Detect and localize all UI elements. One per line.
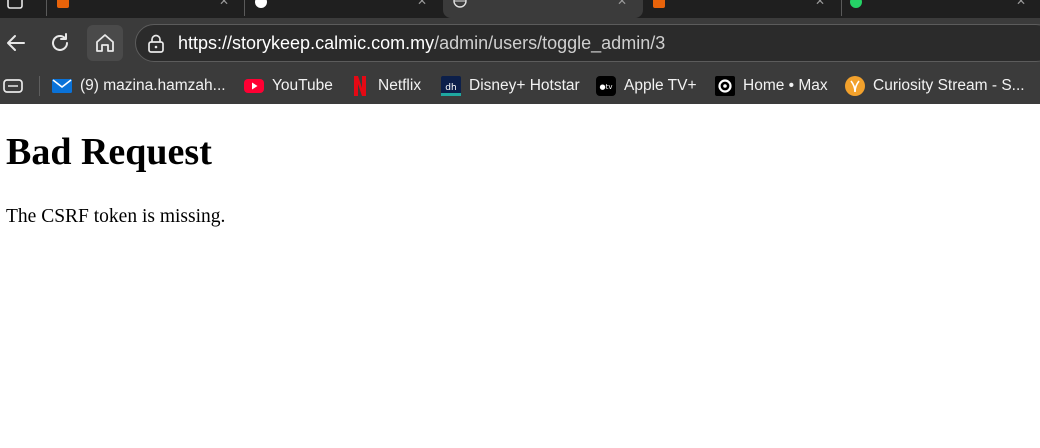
bookmark-label: YouTube: [272, 77, 333, 94]
site-info-lock-icon[interactable]: [147, 34, 165, 54]
tab-active[interactable]: ✕: [443, 0, 643, 18]
bookmark-mail[interactable]: (9) mazina.hamzah...: [52, 68, 226, 104]
bookmark-apple-tv[interactable]: ●tv Apple TV+: [596, 68, 697, 104]
bookmarks-divider: [39, 76, 40, 96]
max-icon: [715, 76, 735, 96]
reload-button[interactable]: [41, 24, 79, 62]
reload-icon: [52, 33, 68, 51]
bookmark-label: Home • Max: [743, 77, 828, 94]
url-path: /admin/users/toggle_admin/3: [434, 33, 666, 53]
bookmark-label: (9) mazina.hamzah...: [80, 77, 226, 94]
address-bar[interactable]: https://storykeep.calmic.com.my/admin/us…: [135, 24, 1040, 62]
page-viewport: Bad Request The CSRF token is missing.: [0, 104, 1040, 448]
svg-text:●tv: ●tv: [600, 83, 613, 91]
home-button[interactable]: [87, 25, 123, 61]
disney-hotstar-icon: dh: [441, 76, 461, 96]
close-tab-icon[interactable]: ✕: [815, 0, 825, 8]
tab[interactable]: ✕: [245, 0, 443, 18]
svg-text:dh: dh: [445, 83, 456, 93]
close-tab-icon[interactable]: ✕: [219, 0, 229, 8]
tab[interactable]: ✕: [842, 0, 1040, 18]
tab[interactable]: [0, 0, 46, 18]
bookmark-label: Apple TV+: [624, 77, 697, 94]
collections-icon: [3, 79, 23, 93]
bookmark-label: Netflix: [378, 77, 422, 94]
bookmark-youtube[interactable]: YouTube: [244, 68, 333, 104]
back-button[interactable]: [0, 24, 35, 62]
close-tab-icon[interactable]: ✕: [417, 0, 427, 8]
page-title: Bad Request: [6, 131, 212, 173]
home-icon: [96, 34, 114, 52]
bookmark-curiosity-stream[interactable]: Curiosity Stream - S...: [845, 68, 1025, 104]
bookmark-label: Disney+ Hotstar: [469, 77, 580, 94]
bookmarks-bar: (9) mazina.hamzah... YouTube Netflix dh …: [0, 68, 1040, 104]
back-arrow-icon: [7, 35, 25, 51]
bookmark-label: Curiosity Stream - S...: [873, 77, 1025, 94]
github-tab-icon: [255, 0, 267, 8]
apple-tv-icon: ●tv: [596, 76, 616, 96]
tab-strip: ✕ ✕ ✕ ✕ ✕: [0, 0, 1040, 18]
bookmark-max[interactable]: Home • Max: [715, 68, 828, 104]
bookmark-disney-hotstar[interactable]: dh Disney+ Hotstar: [441, 68, 580, 104]
close-tab-icon[interactable]: ✕: [1016, 0, 1026, 8]
collections-button[interactable]: [2, 68, 24, 104]
error-message: The CSRF token is missing.: [6, 206, 226, 227]
tab-overview-icon[interactable]: [7, 0, 23, 10]
close-tab-icon[interactable]: ✕: [617, 0, 627, 8]
url-host: https://storykeep.calmic.com.my: [178, 33, 435, 53]
tab[interactable]: ✕: [643, 0, 841, 18]
tab[interactable]: ✕: [47, 0, 244, 18]
orange-tab-icon: [653, 0, 665, 8]
curiosity-stream-icon: [845, 76, 865, 96]
netflix-icon: [350, 76, 370, 96]
browser-toolbar: https://storykeep.calmic.com.my/admin/us…: [0, 18, 1040, 68]
youtube-icon: [244, 76, 264, 96]
orange-tab-icon: [57, 0, 69, 8]
globe-tab-icon: [453, 0, 467, 8]
whatsapp-tab-icon: [850, 0, 862, 8]
mail-icon: [52, 76, 72, 96]
bookmark-netflix[interactable]: Netflix: [350, 68, 421, 104]
url-text[interactable]: https://storykeep.calmic.com.my/admin/us…: [178, 33, 665, 54]
